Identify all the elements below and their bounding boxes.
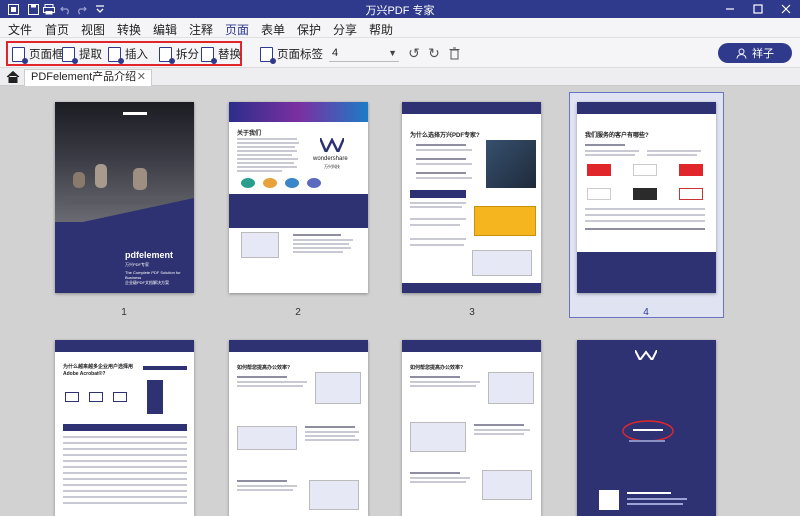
menu-file[interactable]: 文件 (8, 21, 32, 38)
menu-comment[interactable]: 注释 (189, 21, 213, 38)
maximize-button[interactable] (744, 0, 772, 18)
page2-brand-cn: 万兴科技 (324, 164, 340, 169)
cover-tagline: The Complete PDF Solution for Business (125, 270, 181, 280)
page-thumbnail-8[interactable] (577, 340, 716, 516)
page3-heading: 为什么选择万兴PDF专家? (410, 133, 480, 139)
cover-brand: pdfelement (125, 250, 174, 260)
user-name: 祥子 (752, 48, 774, 60)
page5-heading: 为什么越来越多企业用户选择用 Adobe Acrobat®? (63, 364, 134, 377)
page-toolbar: 页面框 提取 插入 拆分 替换 页面标签 (0, 38, 800, 68)
page-number-select[interactable]: 4 ▼ (329, 45, 399, 62)
menu-form[interactable]: 表单 (261, 21, 285, 38)
window-title: 万兴PDF 专家 (365, 5, 435, 17)
page4-heading: 我们服务的客户有哪些? (585, 133, 649, 139)
split-icon (159, 46, 175, 64)
rotate-left-icon[interactable]: ↺ (406, 45, 422, 61)
page7-heading: 如何帮您提高办公效率? (410, 365, 464, 371)
split-label: 拆分 (176, 49, 199, 61)
title-bar: 万兴PDF 专家 (0, 0, 800, 18)
document-tab-label: PDFelement产品介绍 (31, 71, 137, 83)
cover-tagline-cn: 企业级PDF文档解决方案 (125, 280, 169, 285)
close-tab-icon[interactable]: ✕ (137, 70, 146, 85)
page2-brand: wondershare (313, 156, 348, 162)
delete-icon[interactable] (446, 45, 462, 61)
insert-button[interactable]: 插入 (108, 45, 148, 64)
page-labels-icon (260, 46, 276, 64)
page-number-value: 4 (332, 47, 339, 59)
menu-help[interactable]: 帮助 (369, 21, 393, 38)
document-tab[interactable]: PDFelement产品介绍 ✕ (24, 69, 152, 86)
qr-code (599, 490, 619, 510)
menu-bar: 文件 首页 视图 转换 编辑 注释 页面 表单 保护 分享 帮助 (0, 18, 800, 41)
menu-share[interactable]: 分享 (333, 21, 357, 38)
page-thumbnail-5[interactable]: 为什么越来越多企业用户选择用 Adobe Acrobat®? (55, 340, 194, 516)
wondershare-logo-icon (635, 350, 657, 360)
split-button[interactable]: 拆分 (159, 45, 199, 64)
page-thumbnails-area: pdfelement 万兴PDF专家 The Complete PDF Solu… (0, 86, 800, 516)
replace-button[interactable]: 替换 (201, 45, 241, 64)
extract-icon (62, 46, 78, 64)
user-icon (736, 48, 747, 59)
rotate-right-icon[interactable]: ↻ (426, 45, 442, 61)
extract-label: 提取 (79, 49, 102, 61)
page-thumbnail-6[interactable]: 如何帮您提高办公效率? (229, 340, 368, 516)
minimize-button[interactable] (716, 0, 744, 18)
menu-protect[interactable]: 保护 (297, 21, 321, 38)
page-thumbnail-4[interactable]: 我们服务的客户有哪些? (577, 102, 716, 293)
close-button[interactable] (772, 0, 800, 18)
page-number-2: 2 (295, 307, 301, 318)
insert-icon (108, 46, 124, 64)
menu-page[interactable]: 页面 (222, 21, 252, 41)
cover-sub: 万兴PDF专家 (125, 262, 149, 267)
menu-view[interactable]: 视图 (81, 21, 105, 38)
page-labels-label: 页面标签 (277, 49, 323, 61)
page-thumbnail-3[interactable]: 为什么选择万兴PDF专家? (402, 102, 541, 293)
wondershare-logo-icon (320, 138, 344, 152)
page-box-label: 页面框 (29, 49, 64, 61)
page-box-button[interactable]: 页面框 (12, 45, 64, 64)
page-labels-button[interactable]: 页面标签 (260, 45, 323, 64)
replace-label: 替换 (218, 49, 241, 61)
page-number-3: 3 (469, 307, 475, 318)
page-number-4: 4 (643, 307, 649, 318)
extract-button[interactable]: 提取 (62, 45, 102, 64)
insert-label: 插入 (125, 49, 148, 61)
page-thumbnail-1[interactable]: pdfelement 万兴PDF专家 The Complete PDF Solu… (55, 102, 194, 293)
page-thumbnail-2[interactable]: 关于我们 wondershare 万兴科技 (229, 102, 368, 293)
menu-convert[interactable]: 转换 (117, 21, 141, 38)
page6-heading: 如何帮您提高办公效率? (237, 365, 291, 371)
document-tab-strip: PDFelement产品介绍 ✕ (0, 68, 800, 86)
home-icon[interactable] (6, 70, 20, 84)
replace-icon (201, 46, 217, 64)
chevron-down-icon: ▼ (388, 48, 397, 58)
page-box-icon (12, 46, 28, 64)
page-number-1: 1 (121, 307, 127, 318)
page2-heading: 关于我们 (237, 131, 262, 137)
menu-edit[interactable]: 编辑 (153, 21, 177, 38)
user-account-button[interactable]: 祥子 (718, 43, 792, 63)
menu-home[interactable]: 首页 (45, 21, 69, 38)
page-thumbnail-7[interactable]: 如何帮您提高办公效率? (402, 340, 541, 516)
